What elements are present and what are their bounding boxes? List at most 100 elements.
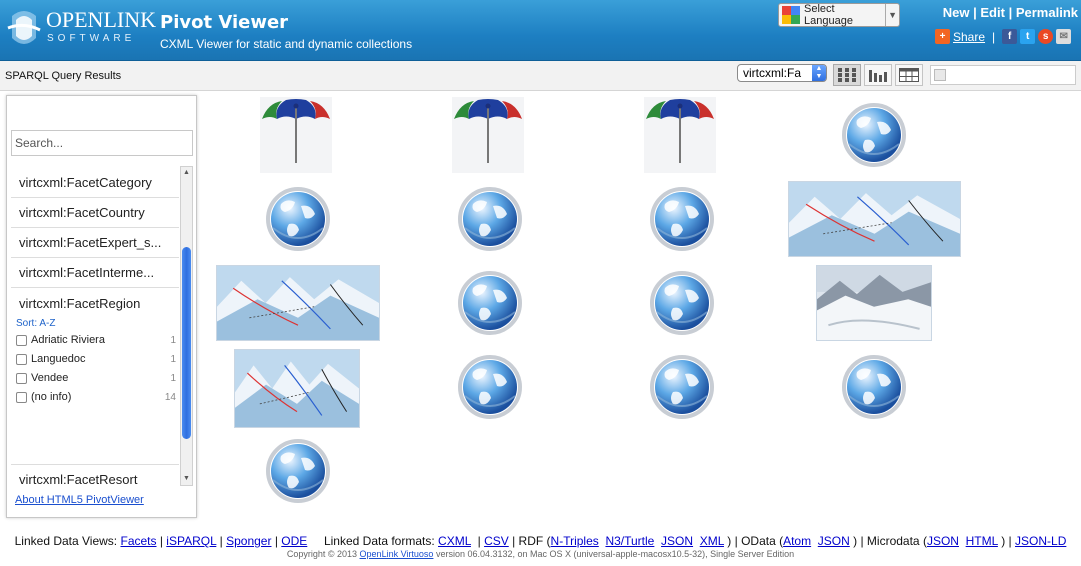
odata-json-link[interactable]: JSON xyxy=(818,534,850,548)
updown-arrows-icon: ▲ ▼ xyxy=(812,65,826,81)
collection-item-snow-photo[interactable] xyxy=(816,265,932,341)
stumbleupon-icon[interactable]: s xyxy=(1038,29,1054,44)
views-label: Linked Data Views: xyxy=(14,534,118,548)
globe-icon xyxy=(266,187,330,251)
collection-item-umbrella[interactable] xyxy=(260,97,332,173)
ntriples-link[interactable]: N-Triples xyxy=(551,534,599,548)
option-label: Languedoc xyxy=(31,353,86,365)
edit-link[interactable]: Edit xyxy=(980,5,1005,20)
csv-link[interactable]: CSV xyxy=(484,534,509,548)
about-pivotviewer-link[interactable]: About HTML5 PivotViewer xyxy=(15,494,144,506)
zoom-slider[interactable] xyxy=(930,65,1076,85)
app-header: OPENLINK SOFTWARE Pivot Viewer CXML View… xyxy=(0,0,1081,61)
globe-icon xyxy=(458,355,522,419)
json-link[interactable]: JSON xyxy=(661,534,693,548)
collection-item-piste-map[interactable] xyxy=(234,349,360,428)
microdata-json-link[interactable]: JSON xyxy=(927,534,959,548)
option-label: (no info) xyxy=(31,391,72,403)
sort-select-value: virtcxml:Fa xyxy=(743,66,801,80)
collection-item-globe[interactable] xyxy=(452,181,528,257)
chevron-down-icon: ▼ xyxy=(885,4,899,26)
facet-option[interactable]: Vendee 1 xyxy=(16,370,176,386)
collection-item-piste-map[interactable] xyxy=(788,181,961,257)
zoom-slider-handle[interactable] xyxy=(934,69,946,81)
facet-resort[interactable]: virtcxml:FacetResort xyxy=(11,464,179,494)
collection-item-globe[interactable] xyxy=(260,433,336,509)
language-label: Select Language xyxy=(804,3,853,27)
share-link[interactable]: Share xyxy=(953,30,985,44)
facet-option[interactable]: Languedoc 1 xyxy=(16,351,176,367)
n3-turtle-link[interactable]: N3/Turtle xyxy=(605,534,654,548)
option-count: 1 xyxy=(170,334,176,346)
collection-item-piste-map[interactable] xyxy=(216,265,380,341)
table-view-button[interactable] xyxy=(895,64,923,86)
facet-sidebar: virtcxml:FacetCategory virtcxml:FacetCou… xyxy=(6,95,197,518)
cxml-link[interactable]: CXML xyxy=(438,534,471,548)
collection-item-globe[interactable] xyxy=(836,349,912,425)
microdata-html-link[interactable]: HTML xyxy=(966,534,998,548)
collection-item-globe[interactable] xyxy=(644,349,720,425)
umbrella-icon xyxy=(644,97,716,173)
addthis-icon[interactable]: + xyxy=(935,29,950,44)
ode-link[interactable]: ODE xyxy=(281,534,307,548)
option-label: Vendee xyxy=(31,372,69,384)
page-title: Pivot Viewer xyxy=(160,12,289,33)
rdf-label: RDF ( xyxy=(518,534,551,548)
facet-scrollbar[interactable]: ▲ ▼ xyxy=(180,166,193,486)
collection-item-globe[interactable] xyxy=(644,181,720,257)
checkbox[interactable] xyxy=(16,334,27,346)
facet-intermediate[interactable]: virtcxml:FacetInterme... xyxy=(11,258,179,288)
table-icon xyxy=(899,68,919,82)
option-label: Adriatic Riviera xyxy=(31,334,105,346)
checkbox[interactable] xyxy=(16,353,27,365)
odata-label: ) | OData ( xyxy=(727,534,784,548)
scrollbar-thumb[interactable] xyxy=(182,247,191,439)
bar-graph-icon xyxy=(869,70,887,82)
sponger-link[interactable]: Sponger xyxy=(226,534,271,548)
email-icon[interactable]: ✉ xyxy=(1056,29,1072,44)
atom-link[interactable]: Atom xyxy=(783,534,811,548)
collection-item-globe[interactable] xyxy=(644,265,720,341)
globe-icon xyxy=(650,355,714,419)
grid-view-button[interactable] xyxy=(833,64,861,86)
isparql-link[interactable]: iSPARQL xyxy=(166,534,216,548)
collection-item-globe[interactable] xyxy=(452,349,528,425)
top-links: New | Edit | Permalink xyxy=(943,5,1078,20)
jsonld-link[interactable]: JSON-LD xyxy=(1015,534,1066,548)
grid-icon xyxy=(838,68,856,82)
language-select[interactable]: Select Language ▼ xyxy=(778,3,900,27)
facet-option[interactable]: Adriatic Riviera 1 xyxy=(16,332,176,348)
sort-select[interactable]: virtcxml:Fa ▲ ▼ xyxy=(737,64,827,82)
collection-item-umbrella[interactable] xyxy=(452,97,524,173)
separator: | xyxy=(992,29,996,44)
facet-region[interactable]: virtcxml:FacetRegion xyxy=(11,289,179,315)
separator: | xyxy=(973,5,977,20)
openlink-logo[interactable]: OPENLINK SOFTWARE xyxy=(4,6,156,54)
separator: | xyxy=(1008,5,1013,20)
sort-a-z-link[interactable]: Sort: A-Z xyxy=(16,318,55,329)
xml-link[interactable]: XML xyxy=(700,534,724,548)
collection-item-globe[interactable] xyxy=(260,181,336,257)
jsonld-separator: ) | xyxy=(1001,534,1012,548)
item-grid xyxy=(200,92,1081,519)
virtuoso-link[interactable]: OpenLink Virtuoso xyxy=(360,549,434,559)
collection-item-umbrella[interactable] xyxy=(644,97,716,173)
facebook-icon[interactable]: f xyxy=(1002,29,1018,44)
search-input[interactable] xyxy=(11,130,193,156)
graph-view-button[interactable] xyxy=(864,64,892,86)
facet-category[interactable]: virtcxml:FacetCategory xyxy=(11,168,179,198)
permalink-link[interactable]: Permalink xyxy=(1016,5,1078,20)
scroll-up-icon[interactable]: ▲ xyxy=(182,168,191,178)
globe-icon xyxy=(266,439,330,503)
collection-item-globe[interactable] xyxy=(836,97,912,173)
scroll-down-icon[interactable]: ▼ xyxy=(182,474,191,484)
checkbox[interactable] xyxy=(16,372,27,384)
facets-link[interactable]: Facets xyxy=(120,534,156,548)
checkbox[interactable] xyxy=(16,391,27,403)
new-link[interactable]: New xyxy=(943,5,970,20)
collection-item-globe[interactable] xyxy=(452,265,528,341)
twitter-icon[interactable]: t xyxy=(1020,29,1036,44)
facet-option[interactable]: (no info) 14 xyxy=(16,389,176,405)
facet-expert[interactable]: virtcxml:FacetExpert_s... xyxy=(11,228,179,258)
facet-country[interactable]: virtcxml:FacetCountry xyxy=(11,198,179,228)
